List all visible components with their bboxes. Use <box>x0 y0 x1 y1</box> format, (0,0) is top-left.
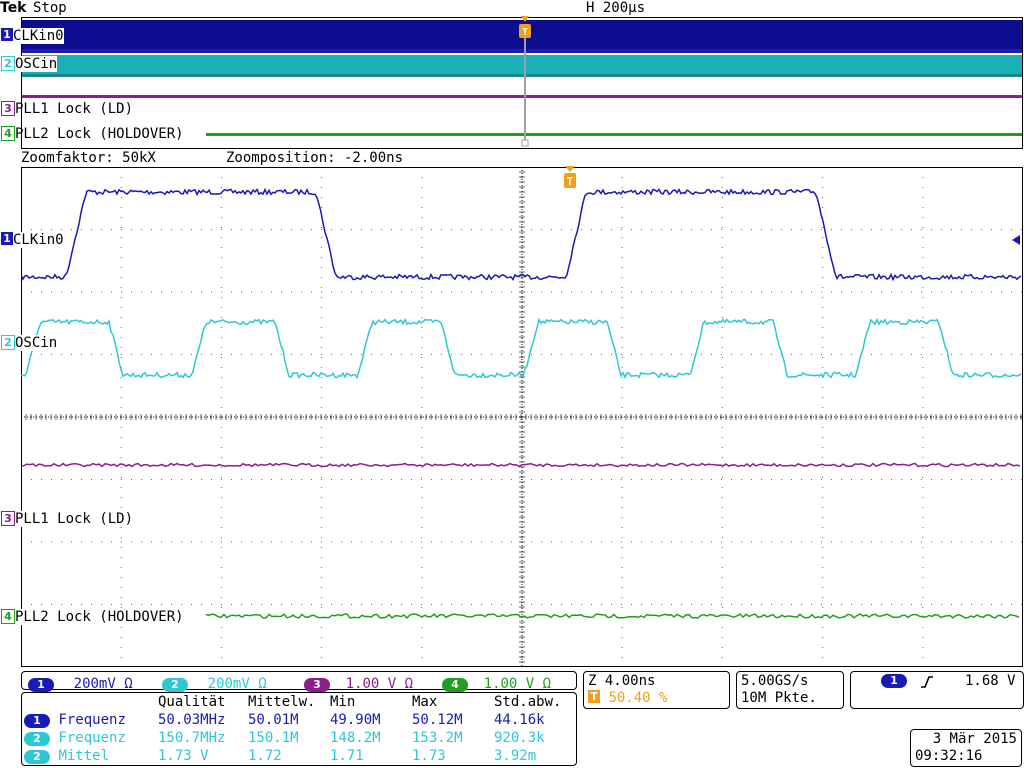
ch1-scale[interactable]: 1 200mV Ω <box>28 673 133 692</box>
overview-ch2-band <box>22 55 1022 77</box>
record-length: 10M Pkte. <box>741 690 817 706</box>
sample-rate: 5.00GS/s <box>741 673 809 689</box>
overview-label-ch1: 1 CLKin0 <box>1 28 64 44</box>
zoom-factor: Zoomfaktor: 50kX <box>21 150 156 166</box>
svg-text:T: T <box>522 27 528 38</box>
trigger-level: 1.68 V <box>965 673 1016 689</box>
time: 09:32:16 <box>915 748 983 764</box>
rising-edge-icon <box>921 676 933 688</box>
svg-text:T: T <box>567 175 574 188</box>
ch3-scale[interactable]: 3 1.00 V Ω <box>304 673 413 692</box>
ch4-scale[interactable]: 4 1.00 V Ω <box>442 673 551 692</box>
ch2-scale[interactable]: 2 200mV Ω <box>162 673 267 692</box>
trigger-t-icon: T <box>588 690 600 703</box>
overview-ch4-line <box>206 133 1022 136</box>
overview-zoom-cursor-foot <box>521 139 529 147</box>
main-label-ch3: 3 PLL1 Lock (LD) <box>1 511 134 527</box>
main-trigger-marker-icon: T <box>564 166 576 188</box>
overview-ch3-line <box>22 95 1022 98</box>
main-label-ch2: 2 OSCin <box>1 335 58 351</box>
date: 3 Mär 2015 <box>932 731 1017 747</box>
trigger-source: 1 <box>881 674 907 688</box>
measurements-panel: Qualität Mittelw. Min Max Std.abw. 1 Fre… <box>21 692 577 766</box>
ch4-waveform <box>205 613 1020 619</box>
overview-label-ch4: 4 PLL2 Lock (HOLDOVER) <box>1 126 184 142</box>
overview-label-ch3: 3 PLL1 Lock (LD) <box>1 101 133 117</box>
main-label-ch4: 4 PLL2 Lock (HOLDOVER) <box>1 609 184 625</box>
horizontal-zoom-panel[interactable]: Z 4.00ns T 50.40 % <box>583 671 730 709</box>
ch1-ref-arrow-icon <box>1012 235 1020 245</box>
overview-ch1-band-edge <box>22 49 1022 53</box>
zoom-scale: Z 4.00ns <box>588 673 656 689</box>
zoom-position: Zoomposition: -2.00ns <box>226 150 404 166</box>
measurements-header: Qualität Mittelw. Min Max Std.abw. <box>158 694 562 710</box>
ch2-waveform <box>21 317 1022 380</box>
table-row: 1 Frequenz 50.03MHz 50.01M 49.90M 50.12M 44… <box>24 711 574 729</box>
vertical-settings-bar[interactable]: 1 200mV Ω 2 200mV Ω 3 1.00 V Ω 4 1.00 V … <box>21 671 577 692</box>
overview-ch2-band-edge <box>22 74 1022 77</box>
overview-label-ch2: 2 OSCin <box>1 56 58 72</box>
table-row: 2 Frequenz 150.7MHz 150.1M 148.2M 153.2M 92… <box>24 729 574 747</box>
ch3-waveform <box>21 462 1021 468</box>
acquisition-panel[interactable]: 5.00GS/s 10M Pkte. <box>736 671 844 709</box>
ch1-waveform <box>21 187 1022 282</box>
main-label-ch1: 1 CLKin0 <box>1 232 64 248</box>
waveform-display <box>21 167 1022 666</box>
trigger-position: T 50.40 % <box>588 690 667 706</box>
table-row: 2 Mittel 1.73 V 1.72 1.71 1.73 3.92m <box>24 747 574 765</box>
grid-dots <box>21 167 1022 666</box>
measurements-table: Qualität Mittelw. Min Max Std.abw. 1 Fre… <box>24 693 574 765</box>
datetime-panel: 3 Mär 2015 09:32:16 <box>910 729 1022 767</box>
trigger-panel[interactable]: 1 1.68 V <box>850 671 1024 709</box>
